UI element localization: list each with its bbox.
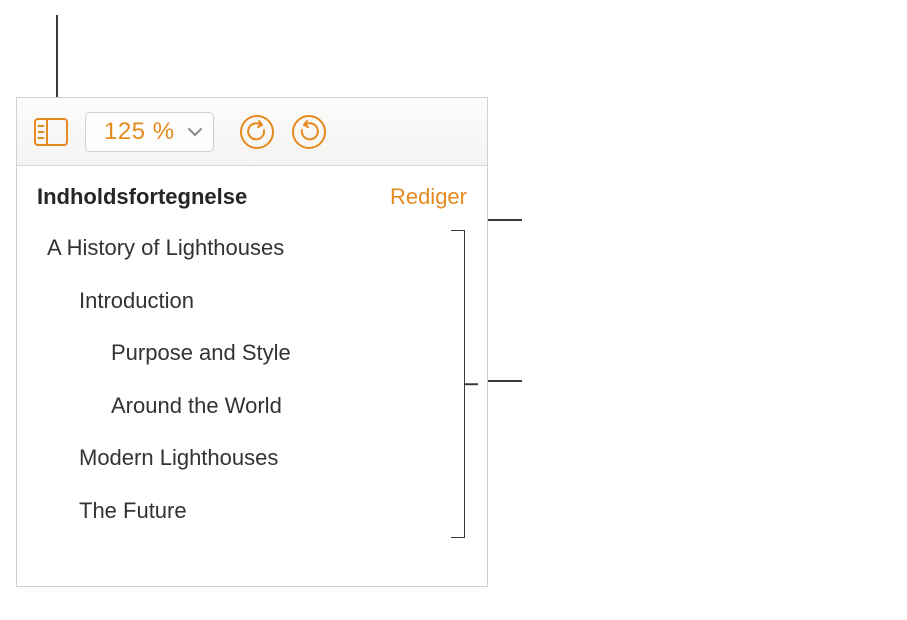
toc-entry[interactable]: Around the World — [47, 392, 469, 421]
callout-bracket-tick — [464, 383, 478, 385]
zoom-value: 125 % — [104, 118, 175, 146]
toc-entry[interactable]: Modern Lighthouses — [47, 444, 469, 473]
view-mode-button[interactable] — [29, 112, 73, 152]
redo-button[interactable] — [290, 113, 328, 151]
chevron-down-icon — [187, 127, 203, 137]
callout-line-view-button — [56, 15, 58, 97]
undo-icon — [239, 114, 275, 150]
toc-list: Indholdsfortegnelse Rediger A History of… — [17, 184, 487, 526]
toc-header: Indholdsfortegnelse Rediger — [35, 184, 469, 210]
callout-bracket — [451, 230, 465, 538]
toc-entry[interactable]: The Future — [47, 497, 469, 526]
undo-button[interactable] — [238, 113, 276, 151]
toc-content-area: Indholdsfortegnelse Rediger A History of… — [17, 166, 487, 526]
toc-edit-button[interactable]: Rediger — [390, 184, 467, 210]
toc-entries: A History of Lighthouses Introduction Pu… — [35, 234, 469, 526]
sidebar-panel: 125 % — [16, 97, 488, 587]
toc-entry[interactable]: Introduction — [47, 287, 469, 316]
sidebar-panel-icon — [34, 118, 68, 146]
toc-title: Indholdsfortegnelse — [37, 184, 247, 210]
toolbar: 125 % — [17, 98, 487, 166]
redo-icon — [291, 114, 327, 150]
zoom-dropdown[interactable]: 125 % — [85, 112, 214, 152]
undo-redo-group — [238, 113, 328, 151]
toc-entry[interactable]: Purpose and Style — [47, 339, 469, 368]
toc-entry[interactable]: A History of Lighthouses — [47, 234, 469, 263]
